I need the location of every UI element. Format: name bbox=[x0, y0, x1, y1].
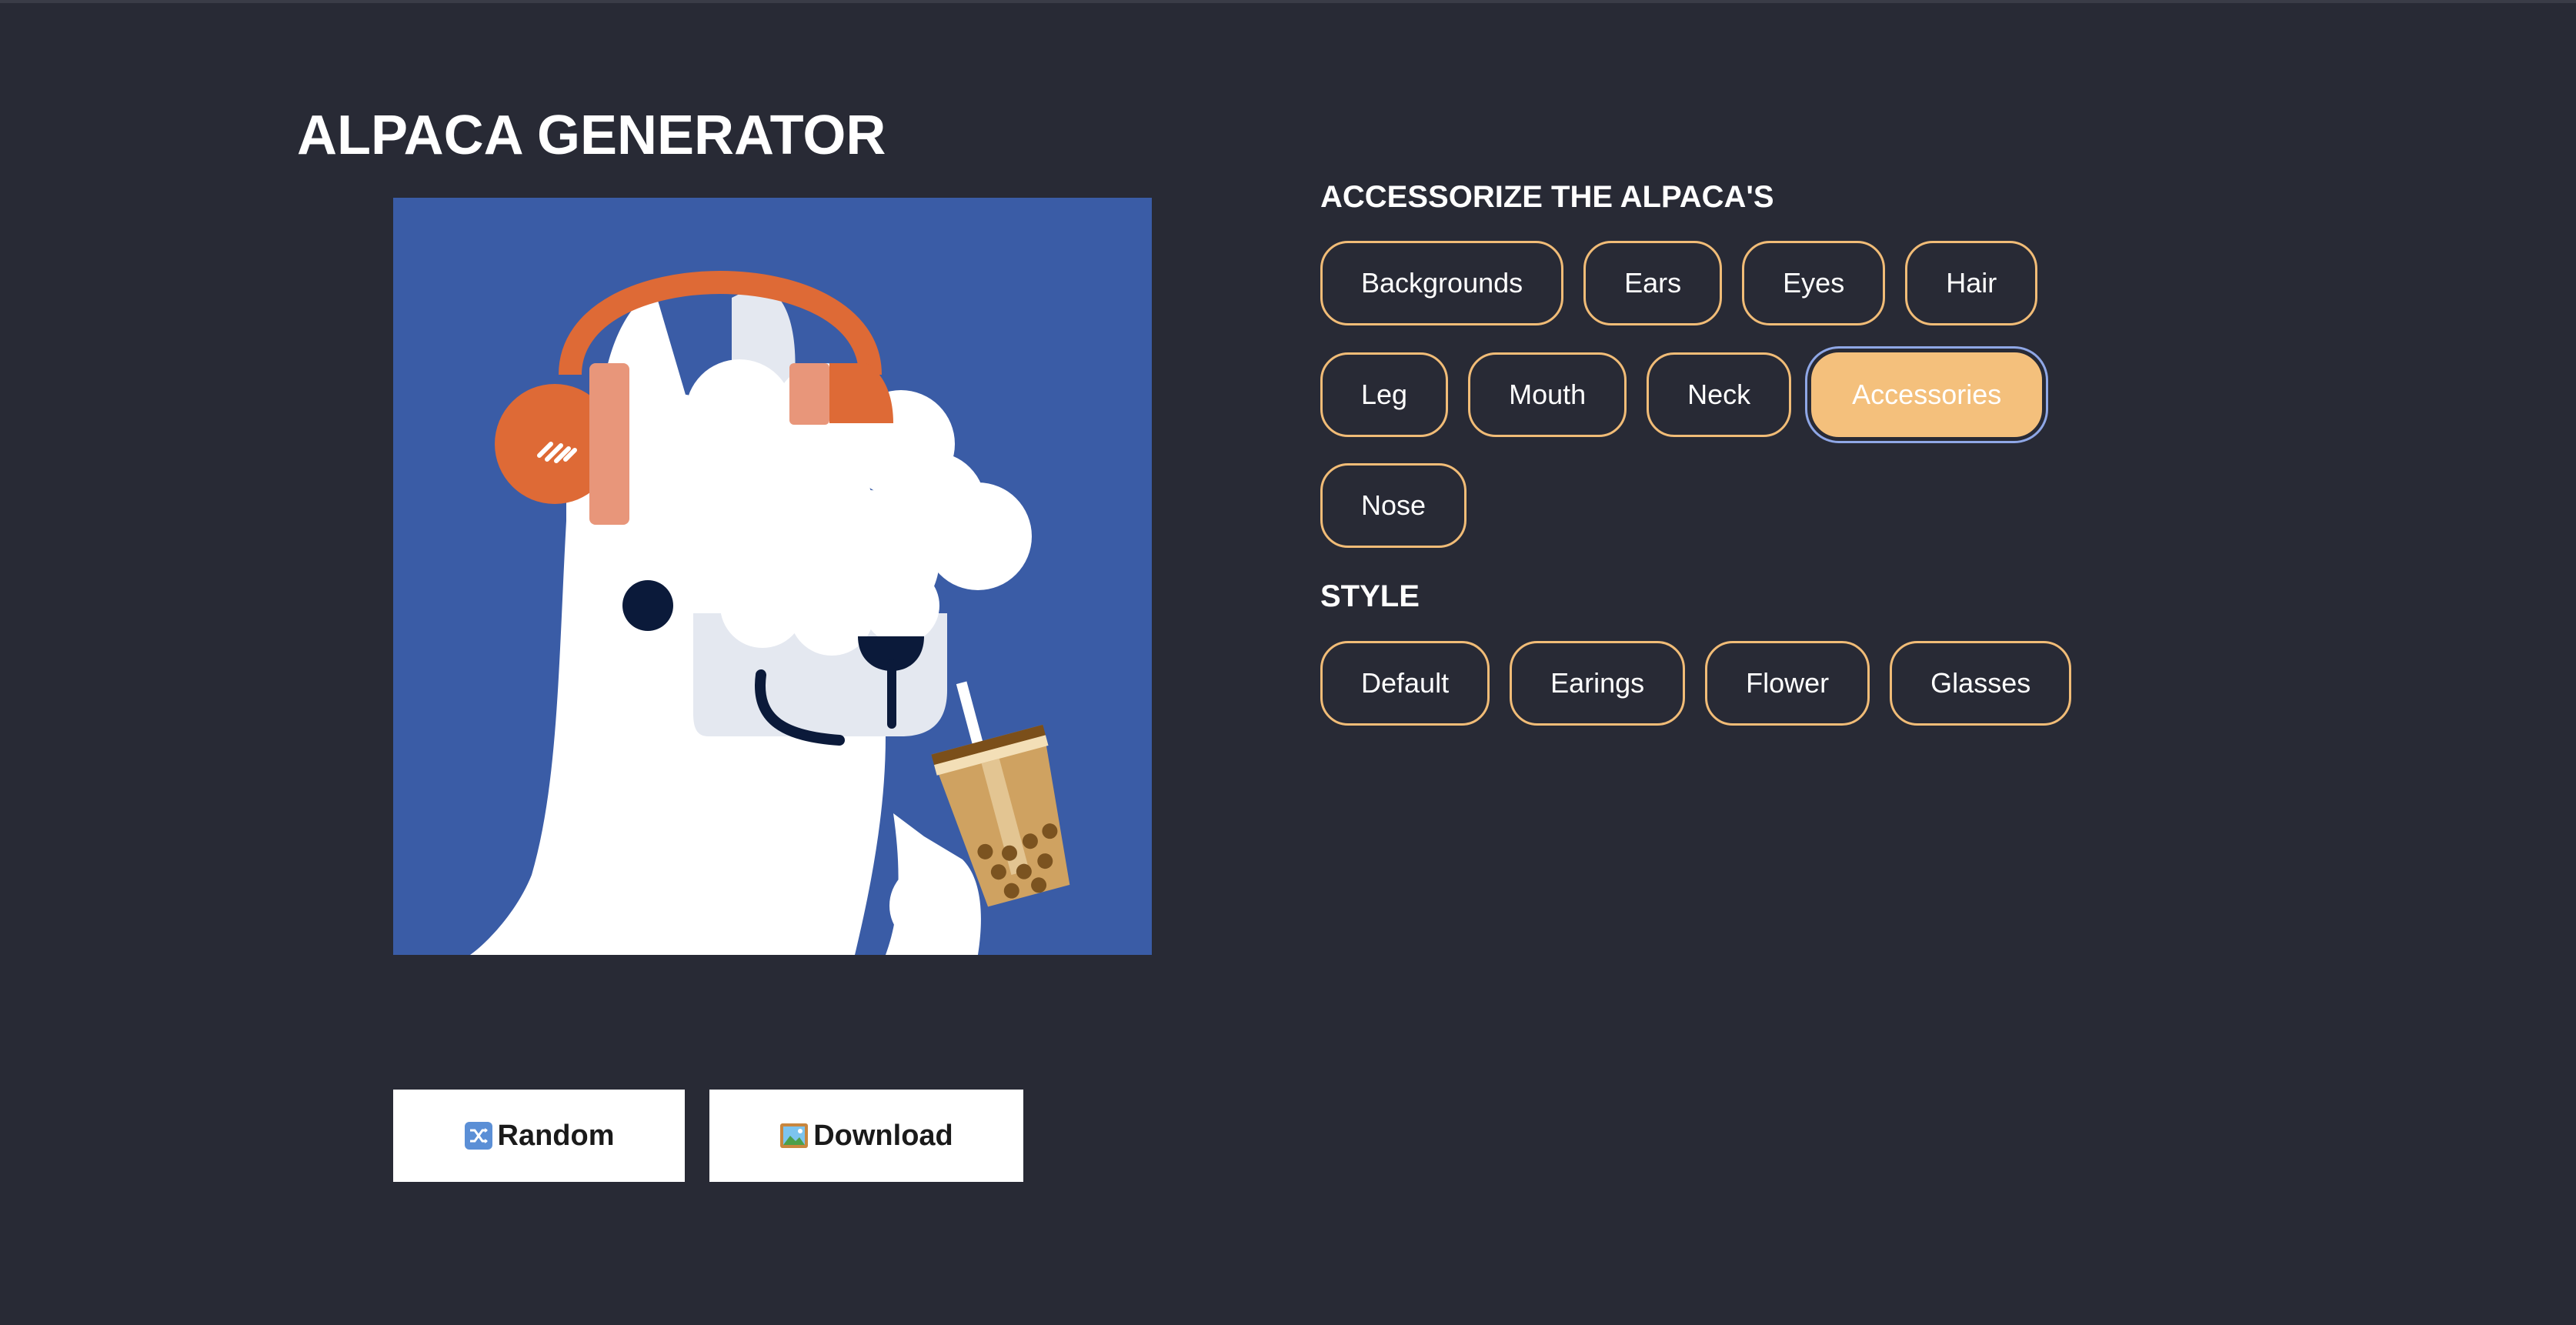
random-label: Random bbox=[497, 1119, 615, 1152]
download-button[interactable]: Download bbox=[709, 1090, 1023, 1182]
shuffle-icon bbox=[464, 1121, 493, 1150]
page-title: ALPACA GENERATOR bbox=[297, 105, 886, 166]
chip-backgrounds[interactable]: Backgrounds bbox=[1320, 241, 1564, 325]
chip-style-flower[interactable]: Flower bbox=[1705, 641, 1870, 726]
random-button[interactable]: Random bbox=[393, 1090, 685, 1182]
chip-style-default[interactable]: Default bbox=[1320, 641, 1490, 726]
chip-hair[interactable]: Hair bbox=[1905, 241, 2038, 325]
accessorize-row-2: Leg Mouth Neck Accessories bbox=[1320, 352, 2043, 437]
accessorize-title: ACCESSORIZE THE ALPACA'S bbox=[1320, 180, 1774, 214]
alpaca-preview bbox=[393, 198, 1152, 955]
style-title: STYLE bbox=[1320, 579, 1420, 613]
chip-style-glasses[interactable]: Glasses bbox=[1890, 641, 2072, 726]
chip-ears[interactable]: Ears bbox=[1583, 241, 1723, 325]
picture-icon bbox=[779, 1121, 809, 1150]
chip-eyes[interactable]: Eyes bbox=[1742, 241, 1886, 325]
nose-line bbox=[887, 659, 896, 729]
window-top-border bbox=[0, 0, 2576, 3]
eye-layer bbox=[622, 580, 673, 631]
chip-nose[interactable]: Nose bbox=[1320, 463, 1467, 548]
chip-leg[interactable]: Leg bbox=[1320, 352, 1449, 437]
accessorize-row-3: Nose bbox=[1320, 463, 1467, 548]
chip-mouth[interactable]: Mouth bbox=[1468, 352, 1627, 437]
style-row: Default Earings Flower Glasses bbox=[1320, 641, 2072, 726]
download-label: Download bbox=[813, 1119, 953, 1152]
chip-accessories[interactable]: Accessories bbox=[1811, 352, 2043, 437]
accessorize-row-1: Backgrounds Ears Eyes Hair bbox=[1320, 241, 2038, 325]
chip-style-earings[interactable]: Earings bbox=[1510, 641, 1686, 726]
alpaca-image bbox=[393, 198, 1152, 955]
chip-neck[interactable]: Neck bbox=[1647, 352, 1792, 437]
